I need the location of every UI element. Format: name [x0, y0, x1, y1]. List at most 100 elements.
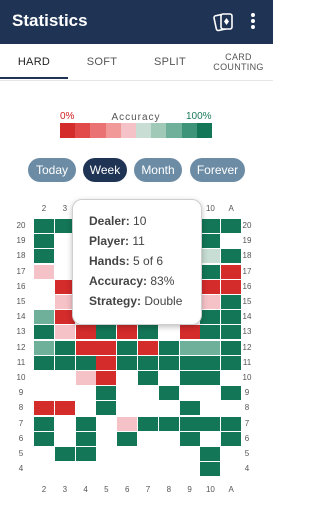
grid-cell[interactable]	[221, 355, 242, 370]
grid-cell[interactable]	[200, 447, 221, 461]
grid-cell[interactable]	[117, 355, 138, 370]
tooltip-player-value: 11	[132, 234, 145, 248]
grid-cell[interactable]	[221, 416, 242, 431]
player-total-label: 15	[242, 297, 252, 306]
player-total-label: 14	[16, 312, 26, 322]
grid-cell[interactable]	[221, 325, 242, 340]
grid-cell[interactable]	[96, 386, 117, 401]
grid-cell[interactable]	[96, 371, 117, 385]
player-total-label: 17	[242, 266, 252, 276]
grid-cell[interactable]	[200, 295, 221, 309]
grid-cell[interactable]	[138, 340, 158, 355]
grid-cell[interactable]	[75, 340, 96, 355]
grid-cell[interactable]	[200, 219, 221, 233]
player-total-label: 4	[244, 464, 250, 474]
grid-cell[interactable]	[34, 431, 54, 446]
grid-cell[interactable]	[117, 325, 138, 340]
grid-cell[interactable]	[179, 416, 200, 431]
grid-cell[interactable]	[200, 249, 221, 264]
tooltip-hands-label: Hands:	[89, 254, 130, 268]
grid-cell[interactable]	[75, 431, 96, 446]
grid-cell[interactable]	[221, 431, 242, 446]
grid-cell[interactable]	[34, 401, 54, 416]
grid-cell[interactable]	[54, 401, 75, 416]
grid-cell[interactable]	[54, 340, 75, 355]
grid-cell[interactable]	[221, 340, 242, 355]
grid-cell[interactable]	[34, 416, 54, 431]
player-total-label: 5	[244, 449, 250, 458]
grid-cell[interactable]	[200, 234, 221, 249]
grid-cell[interactable]	[138, 355, 158, 370]
grid-cell[interactable]	[34, 234, 54, 249]
grid-cell[interactable]	[117, 431, 138, 446]
grid-cell[interactable]	[179, 401, 200, 416]
grid-cell[interactable]	[34, 219, 54, 233]
grid-cell[interactable]	[158, 340, 179, 355]
grid-cell[interactable]	[54, 325, 75, 340]
grid-cell[interactable]	[34, 249, 54, 264]
grid-cell[interactable]	[34, 340, 54, 355]
grid-cell[interactable]	[179, 431, 200, 446]
grid-cell[interactable]	[221, 264, 242, 279]
grid-cell[interactable]	[75, 355, 96, 370]
grid-cell[interactable]	[54, 447, 75, 461]
grid-cell[interactable]	[75, 371, 96, 385]
grid-cell[interactable]	[221, 279, 242, 294]
grid-cell[interactable]	[158, 355, 179, 370]
grid-cell[interactable]	[96, 355, 117, 370]
grid-cell[interactable]	[75, 416, 96, 431]
grid-cell[interactable]	[54, 355, 75, 370]
grid-cell[interactable]	[34, 325, 54, 340]
grid-cell[interactable]	[96, 340, 117, 355]
grid-cell[interactable]	[34, 355, 54, 370]
grid-cell[interactable]	[221, 295, 242, 309]
grid-cell[interactable]	[138, 325, 158, 340]
tooltip-player-label: Player:	[89, 234, 130, 248]
grid-cell[interactable]	[75, 447, 96, 461]
grid-cell[interactable]	[96, 325, 117, 340]
grid-cell[interactable]	[179, 325, 200, 340]
tooltip-accuracy-value: 83%	[150, 274, 175, 288]
grid-cell[interactable]	[75, 325, 96, 340]
grid-cell[interactable]	[221, 310, 242, 325]
grid-cell[interactable]	[179, 340, 200, 355]
grid-cell[interactable]	[138, 371, 158, 385]
tooltip-accuracy-label: Accuracy:	[89, 274, 148, 288]
player-total-label: 18	[242, 251, 252, 261]
grid-cell[interactable]	[117, 416, 138, 431]
grid-cell[interactable]	[200, 371, 221, 385]
grid-cell[interactable]	[179, 355, 200, 370]
player-total-label: 15	[16, 297, 26, 306]
grid-cell[interactable]	[34, 264, 54, 279]
grid-cell[interactable]	[200, 264, 221, 279]
grid-cell[interactable]	[200, 355, 221, 370]
grid-cell[interactable]	[200, 462, 221, 477]
player-total-label: 6	[18, 433, 24, 443]
player-total-label: 11	[242, 357, 252, 367]
grid-cell[interactable]	[200, 416, 221, 431]
grid-cell[interactable]	[221, 249, 242, 264]
grid-cell[interactable]	[158, 386, 179, 401]
player-total-label: 17	[16, 266, 26, 276]
player-total-label: 12	[16, 342, 26, 352]
grid-cell[interactable]	[117, 340, 138, 355]
grid-cell[interactable]	[200, 279, 221, 294]
grid-cell[interactable]	[200, 340, 221, 355]
grid-cell[interactable]	[158, 416, 179, 431]
player-total-label: 7	[244, 418, 250, 428]
tooltip-accuracy: Accuracy: 83%	[89, 274, 174, 288]
grid-cell[interactable]	[96, 401, 117, 416]
grid-cell[interactable]	[221, 219, 242, 233]
grid-cell[interactable]	[200, 310, 221, 325]
grid-cell[interactable]	[138, 416, 158, 431]
player-total-label: 9	[244, 388, 250, 398]
grid-cell[interactable]	[200, 325, 221, 340]
player-total-label: 10	[242, 373, 252, 382]
dealer-card-label: A	[228, 485, 234, 494]
grid-cell[interactable]	[221, 386, 242, 401]
dealer-card-label: 3	[62, 485, 68, 494]
grid-cell[interactable]	[179, 371, 200, 385]
player-total-label: 10	[16, 373, 26, 382]
grid-cell[interactable]	[34, 310, 54, 325]
dealer-card-label: 2	[41, 485, 47, 494]
